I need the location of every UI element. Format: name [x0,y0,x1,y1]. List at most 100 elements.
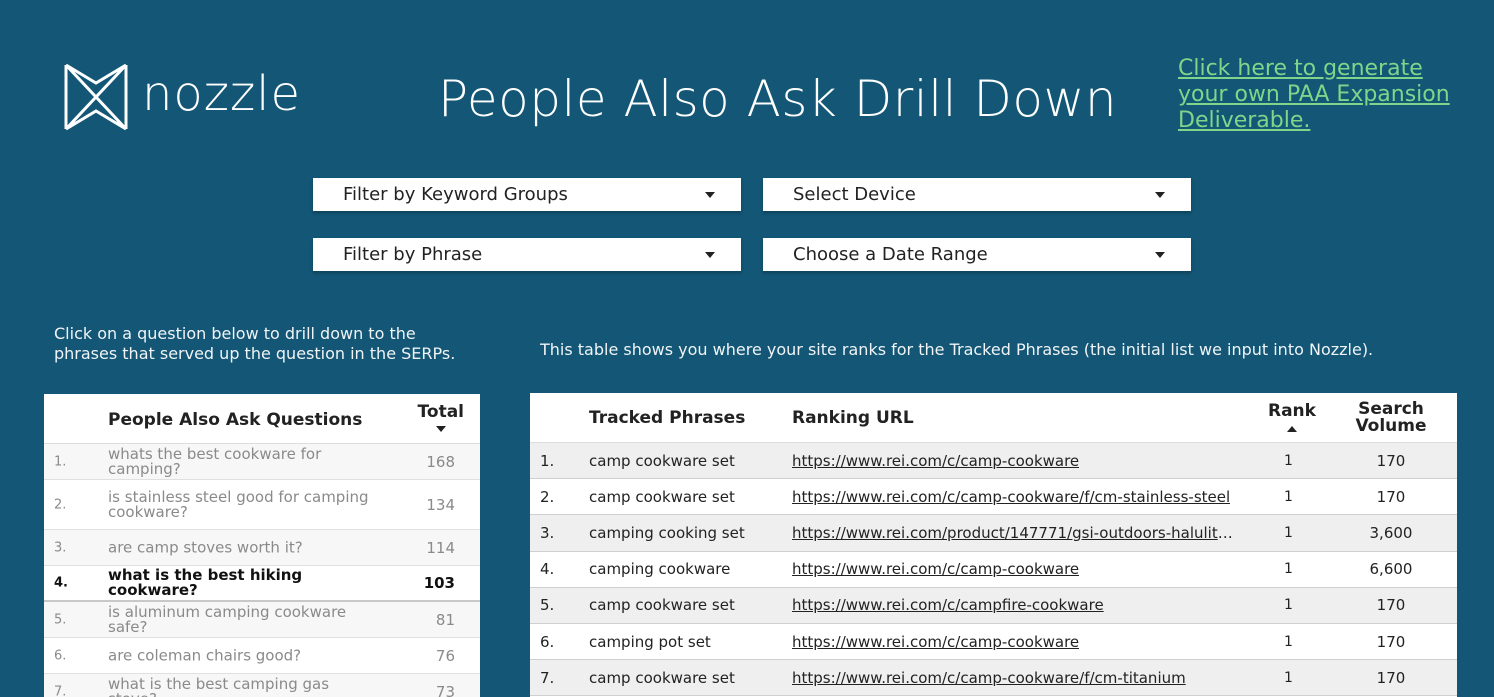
date-range-filter-label: Choose a Date Range [793,244,988,265]
tracked-phrase: camp cookware set [589,487,735,506]
ranking-url-link[interactable]: https://www.rei.com/c/campfire-cookware [792,596,1104,614]
search-volume: 3,600 [1369,523,1413,542]
ranking-url-link[interactable]: https://www.rei.com/c/camp-cookware [792,560,1079,578]
page-title: People Also Ask Drill Down [438,70,1118,128]
phrase-filter[interactable]: Filter by Phrase [313,238,741,271]
row-number: 1. [540,451,555,470]
brand-logo: nozzle [64,62,324,132]
chevron-down-icon [1155,251,1165,258]
tracked-phrase: camp cookware set [589,596,735,615]
sort-descending-icon [435,426,446,432]
tracked-phrase: camping cooking set [589,523,745,542]
tracked-phrases-table: Tracked Phrases Ranking URL Rank Search … [530,393,1457,697]
tracked-phrase: camp cookware set [589,451,735,470]
table-row[interactable]: 3. are camp stoves worth it? 114 [44,530,480,566]
rank-value: 1 [1284,524,1293,541]
column-header-total-label: Total [417,402,464,422]
row-number: 5. [54,612,67,627]
sort-ascending-icon [1286,426,1297,432]
search-volume: 170 [1376,487,1406,506]
question-text: whats the best cookware for camping? [108,444,322,478]
tracked-table-header: Tracked Phrases Ranking URL Rank Search … [530,393,1457,443]
rank-value: 1 [1284,597,1293,614]
rank-value: 1 [1284,669,1293,686]
row-number: 4. [540,560,555,579]
table-row[interactable]: 1. whats the best cookware for camping? 16… [44,444,480,480]
table-row: 1. camp cookware set https://www.rei.com/c… [530,443,1457,480]
column-header-url[interactable]: Ranking URL [792,408,914,428]
table-row: 4. camping cookware https://www.rei.com/c/… [530,552,1457,588]
paa-table-header: People Also Ask Questions Total [44,394,480,444]
column-header-total[interactable]: Total [418,402,464,432]
search-volume: 6,600 [1369,560,1413,579]
column-header-rank[interactable]: Rank [1268,401,1316,432]
row-number: 7. [540,668,555,687]
row-number: 5. [540,596,555,615]
chevron-down-icon [705,251,715,258]
keyword-groups-filter-label: Filter by Keyword Groups [343,184,568,205]
ranking-url-link[interactable]: https://www.rei.com/product/147771/gsi-o… [792,524,1236,542]
row-number: 3. [54,540,67,555]
chevron-down-icon [1155,191,1165,198]
table-row[interactable]: 5. is aluminum camping cookware safe? 81 [44,602,480,638]
brand-name: nozzle [142,66,302,122]
generate-paa-link[interactable]: Click here to generate your own PAA Expa… [1178,56,1458,134]
paa-table-body: 1. whats the best cookware for camping? 16… [44,444,480,697]
row-number: 6. [54,648,67,663]
row-total: 168 [426,452,455,471]
phrase-filter-label: Filter by Phrase [343,244,483,265]
rank-value: 1 [1284,633,1293,650]
table-row[interactable]: 4. what is the best hiking cookware? 103 [44,566,480,602]
search-volume: 170 [1376,451,1406,470]
table-row: 3. camping cooking set https://www.rei.com… [530,515,1457,552]
nozzle-logo-icon [64,63,128,131]
question-text: is stainless steel good for camping cook… [108,487,369,521]
tracked-phrase: camping cookware [589,560,731,579]
column-header-rank-label: Rank [1268,401,1316,421]
rank-value: 1 [1284,561,1293,578]
column-header-question[interactable]: People Also Ask Questions [108,410,362,430]
tracked-phrase: camp cookware set [589,668,735,687]
row-number: 4. [54,575,68,591]
device-filter[interactable]: Select Device [763,178,1191,211]
table-row[interactable]: 2. is stainless steel good for camping co… [44,480,480,530]
rank-value: 1 [1284,488,1293,505]
ranking-url-link[interactable]: https://www.rei.com/c/camp-cookware/f/cm… [792,669,1186,687]
table-row: 2. camp cookware set https://www.rei.com/c… [530,479,1457,516]
ranking-url-link[interactable]: https://www.rei.com/c/camp-cookware/f/cm… [792,488,1230,506]
row-total: 81 [435,610,455,629]
row-number: 7. [54,684,67,697]
paa-questions-table: People Also Ask Questions Total 1. whats … [44,394,480,697]
row-total: 134 [426,495,455,514]
question-text: are coleman chairs good? [108,646,302,664]
keyword-groups-filter[interactable]: Filter by Keyword Groups [313,178,741,211]
row-total: 73 [435,682,455,697]
date-range-filter[interactable]: Choose a Date Range [763,238,1191,271]
row-total: 114 [426,538,455,557]
row-number: 2. [540,487,555,506]
row-number: 2. [54,497,67,512]
table-row: 5. camp cookware set https://www.rei.com/c… [530,587,1457,624]
row-number: 6. [540,632,555,651]
ranking-url-link[interactable]: https://www.rei.com/c/camp-cookware [792,633,1079,651]
table-row[interactable]: 6. are coleman chairs good? 76 [44,638,480,674]
question-text: what is the best hiking cookware? [108,566,303,599]
table-row: 6. camping pot set https://www.rei.com/c/c… [530,624,1457,661]
row-total: 76 [435,646,455,665]
column-header-phrase[interactable]: Tracked Phrases [589,408,745,428]
row-number: 1. [54,454,67,469]
column-header-volume[interactable]: Search Volume [1348,401,1434,435]
table-row: 7. camp cookware set https://www.rei.com/c… [530,660,1457,697]
question-text: are camp stoves worth it? [108,538,303,556]
tracked-phrase: camping pot set [589,632,711,651]
search-volume: 170 [1376,668,1406,687]
table-row[interactable]: 7. what is the best camping gas stove? 73 [44,674,480,697]
ranking-url-link[interactable]: https://www.rei.com/c/camp-cookware [792,452,1079,470]
question-text: is aluminum camping cookware safe? [108,602,347,636]
row-total: 103 [423,574,455,592]
paa-instructions: Click on a question below to drill down … [54,324,456,363]
tracked-instructions: This table shows you where your site ran… [540,340,1374,359]
tracked-table-body: 1. camp cookware set https://www.rei.com/c… [530,443,1457,697]
row-number: 3. [540,523,555,542]
device-filter-label: Select Device [793,184,916,205]
